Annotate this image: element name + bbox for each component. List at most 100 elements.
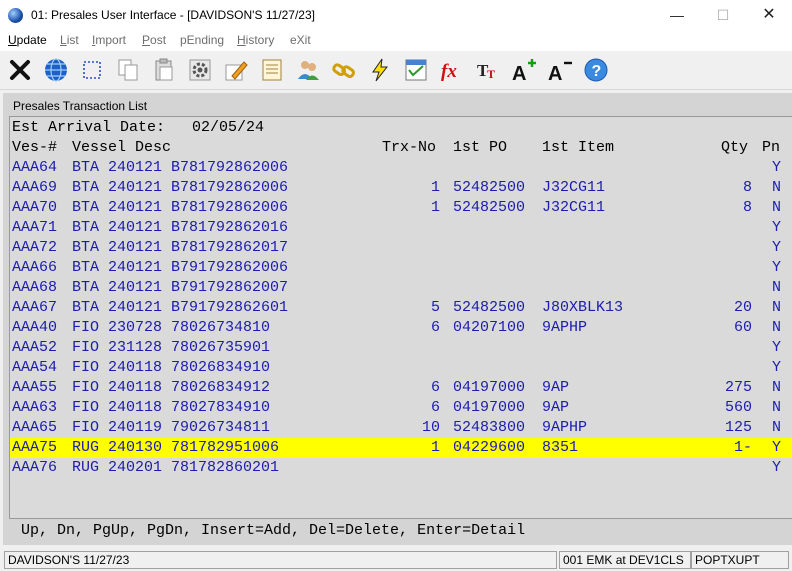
table-row[interactable]: AAA70 BTA 240121 B781792862006 1 52482500 J3… [12, 198, 792, 218]
panel-title: Presales Transaction List [13, 99, 148, 113]
table-row[interactable]: AAA71 BTA 240121 B781792862016 Y [12, 218, 792, 238]
cell-ves: AAA72 [12, 239, 58, 256]
maximize-button[interactable]: ☐ [700, 0, 746, 30]
table-row[interactable]: AAA69 BTA 240121 B781792862006 1 52482500 J3… [12, 178, 792, 198]
cell-desc: RUG 240130 781782951006 [72, 439, 280, 456]
cell-ves: AAA69 [12, 179, 58, 196]
arrival-date-line: Est Arrival Date: 02/05/24 [12, 118, 264, 138]
cell-pn: N [772, 419, 782, 436]
cell-pn: N [772, 399, 782, 416]
table-row[interactable]: AAA55 FIO 240118 78026834912 6 04197000 9AP 2… [12, 378, 792, 398]
svg-text:A: A [548, 63, 562, 83]
cell-desc: BTA 240121 B781792862006 [72, 179, 289, 196]
menu-post-mnemonic: P [142, 33, 151, 47]
arrival-date-label: Est Arrival Date: [12, 119, 166, 136]
table-row-selected[interactable]: AAA75 RUG 240130 781782951006 1 04229600 835… [10, 438, 792, 458]
menu-post[interactable]: Post [142, 33, 166, 47]
transaction-list-screen: Est Arrival Date: 02/05/24 Ves-# Vessel … [9, 116, 792, 520]
cell-pn: N [772, 279, 782, 296]
function-fx-icon[interactable]: fx [436, 54, 467, 85]
cell-ves: AAA64 [12, 159, 58, 176]
table-row[interactable]: AAA66 BTA 240121 B791792862006 Y [12, 258, 792, 278]
menu-list[interactable]: List [60, 33, 79, 47]
edit-pencil-icon[interactable] [220, 54, 251, 85]
cell-qty: 1- [733, 439, 752, 456]
menu-import[interactable]: Import [92, 33, 126, 47]
cell-ves: AAA52 [12, 339, 58, 356]
close-x-icon[interactable] [4, 54, 35, 85]
close-button[interactable]: ✕ [746, 0, 792, 30]
menu-pending[interactable]: pEnding [180, 33, 224, 47]
settings-gear-icon[interactable] [184, 54, 215, 85]
cell-ves: AAA55 [12, 379, 58, 396]
cell-item: 9AP [542, 399, 570, 416]
menu-list-mnemonic: L [60, 33, 67, 47]
paste-icon[interactable] [148, 54, 179, 85]
col-po-header: 1st PO [453, 139, 508, 156]
cell-trx: 10 [421, 419, 440, 436]
menu-history[interactable]: History [237, 33, 274, 47]
title-bar: 01: Presales User Interface - [DAVIDSON'… [0, 0, 792, 31]
svg-text:?: ? [591, 63, 601, 80]
notes-icon[interactable] [256, 54, 287, 85]
help-icon[interactable]: ? [580, 54, 611, 85]
cell-pn: N [772, 299, 782, 316]
cell-qty: 560 [724, 399, 752, 416]
font-tt-icon[interactable]: TT [472, 54, 503, 85]
table-row[interactable]: AAA54 FIO 240118 78026834910 Y [12, 358, 792, 378]
cell-ves: AAA71 [12, 219, 58, 236]
table-row[interactable]: AAA64 BTA 240121 B781792862006 Y [12, 158, 792, 178]
cell-desc: RUG 240201 781782860201 [72, 459, 280, 476]
cell-item: J32CG11 [542, 179, 606, 196]
column-header-row: Ves-# Vessel Desc Trx-No 1st PO 1st Item… [12, 138, 792, 158]
cell-ves: AAA75 [12, 439, 58, 456]
table-row[interactable]: AAA72 BTA 240121 B781792862017 Y [12, 238, 792, 258]
cell-desc: BTA 240121 B791792862007 [72, 279, 289, 296]
cell-pn: Y [772, 439, 782, 456]
table-row[interactable]: AAA40 FIO 230728 78026734810 6 04207100 9APH… [12, 318, 792, 338]
window-title: 01: Presales User Interface - [DAVIDSON'… [31, 8, 315, 22]
select-icon[interactable] [76, 54, 107, 85]
menu-history-label: istory [245, 33, 275, 47]
menu-update[interactable]: Update [8, 33, 47, 47]
cell-qty: 60 [733, 319, 752, 336]
cell-desc: BTA 240121 B791792862601 [72, 299, 289, 316]
cell-pn: N [772, 379, 782, 396]
col-trx-header: Trx-No [382, 139, 437, 156]
menu-post-label: ost [150, 33, 167, 47]
cell-desc: BTA 240121 B781792862006 [72, 199, 289, 216]
cell-ves: AAA65 [12, 419, 58, 436]
svg-text:T: T [487, 67, 495, 81]
minimize-button[interactable]: — [654, 0, 700, 30]
table-row[interactable]: AAA63 FIO 240118 78027834910 6 04197000 9AP 5… [12, 398, 792, 418]
cell-pn: Y [772, 239, 782, 256]
cell-ves: AAA67 [12, 299, 58, 316]
users-icon[interactable] [292, 54, 323, 85]
cell-ves: AAA68 [12, 279, 58, 296]
font-increase-icon[interactable]: A [508, 54, 539, 85]
cell-pn: Y [772, 219, 782, 236]
arrival-date-value[interactable]: 02/05/24 [192, 118, 264, 138]
menu-bar: Update List Import Post pEnding History … [0, 30, 792, 51]
table-row[interactable]: AAA65 FIO 240119 79026734811 10 52483800 9AP… [12, 418, 792, 438]
calculator-icon[interactable] [400, 54, 431, 85]
cell-pn: N [772, 319, 782, 336]
table-row[interactable]: AAA67 BTA 240121 B791792862601 5 52482500 J8… [12, 298, 792, 318]
font-decrease-icon[interactable]: A [544, 54, 575, 85]
copy-icon[interactable] [112, 54, 143, 85]
link-chain-icon[interactable] [328, 54, 359, 85]
table-row[interactable]: AAA76 RUG 240201 781782860201 Y [12, 458, 792, 478]
table-row[interactable]: AAA52 FIO 231128 78026735901 Y [12, 338, 792, 358]
table-row[interactable]: AAA68 BTA 240121 B791792862007 N [12, 278, 792, 298]
cell-desc: BTA 240121 B781792862017 [72, 239, 289, 256]
menu-pending-label: pEnding [180, 33, 225, 47]
lightning-icon[interactable] [364, 54, 395, 85]
cell-ves: AAA63 [12, 399, 58, 416]
cell-ves: AAA40 [12, 319, 58, 336]
app-globe-icon[interactable] [8, 8, 23, 23]
menu-exit[interactable]: eXit [290, 33, 311, 47]
globe-icon[interactable] [40, 54, 71, 85]
svg-text:fx: fx [441, 61, 457, 82]
status-session: 001 EMK at DEV1CLS [559, 551, 691, 569]
menu-list-label: ist [66, 33, 79, 47]
